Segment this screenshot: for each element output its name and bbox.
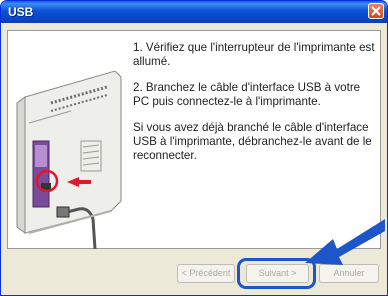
usb-dialog-window: USB 1. Vérifiez que l'interrupteur de l'… bbox=[0, 0, 388, 296]
previous-button[interactable]: < Précédent bbox=[177, 264, 235, 283]
printer-illustration bbox=[16, 70, 122, 249]
instruction-step-2: 2. Branchez le câble d'interface USB à v… bbox=[133, 81, 361, 108]
instructions: 1. Vérifiez que l'interrupteur de l'impr… bbox=[133, 41, 378, 175]
instruction-step-1: 1. Vérifiez que l'interrupteur de l'impr… bbox=[133, 41, 375, 68]
title-bar[interactable]: USB bbox=[1, 1, 387, 23]
close-icon bbox=[371, 6, 381, 16]
window-title: USB bbox=[8, 5, 34, 19]
pointer-arrow-icon bbox=[305, 219, 385, 265]
close-button[interactable] bbox=[368, 3, 384, 19]
instruction-note: Si vous avez déjà branché le câble d'int… bbox=[133, 121, 372, 162]
